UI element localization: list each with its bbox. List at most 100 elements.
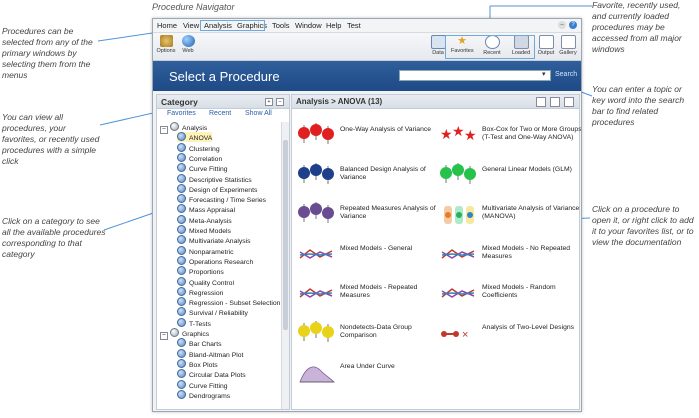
category-item-label: Descriptive Statistics xyxy=(189,176,252,184)
procedure-item[interactable]: Balanced Design Analysis of Variance xyxy=(296,161,436,189)
lines-icon xyxy=(438,242,480,268)
category-item[interactable]: Operations Research xyxy=(177,255,253,266)
category-item[interactable]: Bar Charts xyxy=(177,338,221,348)
procedure-item[interactable]: One-Way Analysis of Variance xyxy=(296,122,436,149)
procedure-item[interactable]: ★ ★ ★ Box-Cox for Two or More Groups (T-Tes… xyxy=(438,123,581,149)
procedure-ball-icon xyxy=(177,245,186,255)
lines-icon xyxy=(438,281,480,307)
annotation-procedures: Click on a procedure to open it, or righ… xyxy=(592,204,694,247)
category-item[interactable]: Dendrograms xyxy=(177,389,231,400)
category-item-label: Multivariate Analysis xyxy=(189,238,251,246)
red-balls-icon xyxy=(296,122,338,149)
web-button[interactable]: Web xyxy=(177,35,199,59)
scrollbar-thumb[interactable] xyxy=(283,140,288,330)
category-item[interactable]: Quality Control xyxy=(177,276,234,287)
procedure-item[interactable]: × Analysis of Two-Level Designs xyxy=(438,321,578,347)
procedure-ball-icon xyxy=(177,338,186,348)
category-item[interactable]: Correlation xyxy=(177,152,223,163)
procedure-ball-icon xyxy=(177,297,186,307)
options-button[interactable]: Options xyxy=(155,35,177,59)
annotation-menus: Procedures can be selected from any of t… xyxy=(2,26,93,80)
collapse-icon[interactable]: – xyxy=(160,126,168,134)
category-item-label: Regression xyxy=(189,289,224,297)
expand-all-icon[interactable]: + xyxy=(265,98,273,106)
category-folder[interactable]: – Graphics xyxy=(160,328,209,340)
category-item[interactable]: Forecasting / Time Series xyxy=(177,194,266,204)
procedure-item[interactable]: Mixed Models - General xyxy=(296,242,436,268)
category-item[interactable]: Meta-Analysis xyxy=(177,214,232,225)
web-label: Web xyxy=(182,48,194,54)
menu-tools[interactable]: Tools xyxy=(270,20,292,31)
app-window: Home View Analysis Graphics Tools Window… xyxy=(152,18,582,412)
category-folder[interactable]: – Analysis xyxy=(160,122,208,134)
procedure-ball-icon xyxy=(177,225,186,234)
list-view-icon[interactable] xyxy=(536,97,546,107)
category-item[interactable]: Curve Fitting xyxy=(177,163,228,173)
menu-view[interactable]: View xyxy=(181,20,201,31)
menu-help[interactable]: Help xyxy=(324,20,343,31)
menu-test[interactable]: Test xyxy=(345,20,363,31)
category-item-label: Analysis xyxy=(182,125,208,132)
category-item[interactable]: Descriptive Statistics xyxy=(177,173,252,184)
procedure-ball-icon xyxy=(177,194,186,204)
menu-home[interactable]: Home xyxy=(155,20,179,31)
procedure-ball-icon xyxy=(177,255,186,265)
collapse-icon[interactable]: – xyxy=(160,332,168,340)
icon-view-icon[interactable] xyxy=(564,97,574,107)
category-item[interactable]: Curve Fitting xyxy=(177,379,228,390)
procedure-item[interactable]: Mixed Models - Repeated Measures xyxy=(296,281,436,307)
category-item-label: Mass Appraisal xyxy=(189,207,236,215)
search-input[interactable] xyxy=(399,70,551,81)
category-item[interactable]: Clustering xyxy=(177,142,220,153)
svg-text:★: ★ xyxy=(440,126,453,142)
category-item-label: Mixed Models xyxy=(189,228,231,235)
tab-recent[interactable]: Recent xyxy=(209,110,231,117)
procedure-label: Mixed Models - General xyxy=(340,244,413,252)
category-item[interactable]: Multivariate Analysis xyxy=(177,235,251,245)
category-item[interactable]: Mixed Models xyxy=(177,225,231,235)
category-item[interactable]: Design of Experiments xyxy=(177,183,258,194)
output-button[interactable]: Output xyxy=(535,35,557,59)
procedure-item[interactable]: Multivariate Analysis of Variance (MANOV… xyxy=(438,202,579,228)
procedure-item[interactable]: General Linear Models (GLM) xyxy=(438,161,578,189)
procedure-ball-icon xyxy=(177,163,186,173)
menu-window[interactable]: Window xyxy=(293,20,324,31)
procedure-label: Mixed Models - Random Coefficients xyxy=(482,284,556,299)
category-item[interactable]: Circular Data Plots xyxy=(177,369,246,379)
category-item[interactable]: Regression - Subset Selection xyxy=(177,297,280,307)
category-item[interactable]: Bland-Altman Plot xyxy=(177,348,243,359)
procedure-item[interactable]: Mixed Models - Random Coefficients xyxy=(438,281,578,307)
category-item[interactable]: Mass Appraisal xyxy=(177,204,235,214)
category-item[interactable]: T-Tests xyxy=(177,317,211,328)
category-item[interactable]: Proportions xyxy=(177,266,224,276)
collapse-all-icon[interactable]: – xyxy=(276,98,284,106)
category-scrollbar[interactable] xyxy=(281,122,289,409)
category-item[interactable]: Regression xyxy=(177,286,224,297)
category-item-label: T-Tests xyxy=(189,320,211,328)
category-item-label: Design of Experiments xyxy=(189,186,258,194)
green-balls-icon xyxy=(438,161,480,189)
area-curve-icon xyxy=(296,360,338,386)
procedure-item[interactable]: Repeated Measures Analysis of Variance xyxy=(296,201,436,228)
search-button[interactable]: Search xyxy=(555,71,577,78)
category-item-label: Dendrograms xyxy=(189,392,231,400)
category-item[interactable]: ANOVA xyxy=(177,132,213,143)
minimize-icon[interactable]: – xyxy=(558,21,566,29)
menu-bar: Home View Analysis Graphics Tools Window… xyxy=(153,19,581,33)
procedure-item[interactable]: Nondetects-Data Group Comparison xyxy=(296,319,436,347)
procedure-label: Mixed Models - Repeated Measures xyxy=(340,284,418,299)
output-label: Output xyxy=(537,50,555,56)
procedure-item[interactable]: Area Under Curve xyxy=(296,360,436,386)
category-item[interactable]: Box Plots xyxy=(177,358,218,369)
category-item[interactable]: Survival / Reliability xyxy=(177,307,248,317)
procedure-ball-icon xyxy=(177,348,186,358)
help-icon[interactable]: ? xyxy=(569,21,577,29)
tab-favorites[interactable]: Favorites xyxy=(167,110,196,117)
category-item-label: Correlation xyxy=(189,155,223,163)
procedure-item[interactable]: Mixed Models - No Repeated Measures xyxy=(438,242,578,268)
gallery-button[interactable]: Gallery xyxy=(557,35,579,59)
procedure-ball-icon xyxy=(177,266,186,276)
category-item[interactable]: Nonparametric xyxy=(177,245,234,256)
detail-view-icon[interactable] xyxy=(550,97,560,107)
tab-show-all[interactable]: Show All xyxy=(245,110,272,117)
